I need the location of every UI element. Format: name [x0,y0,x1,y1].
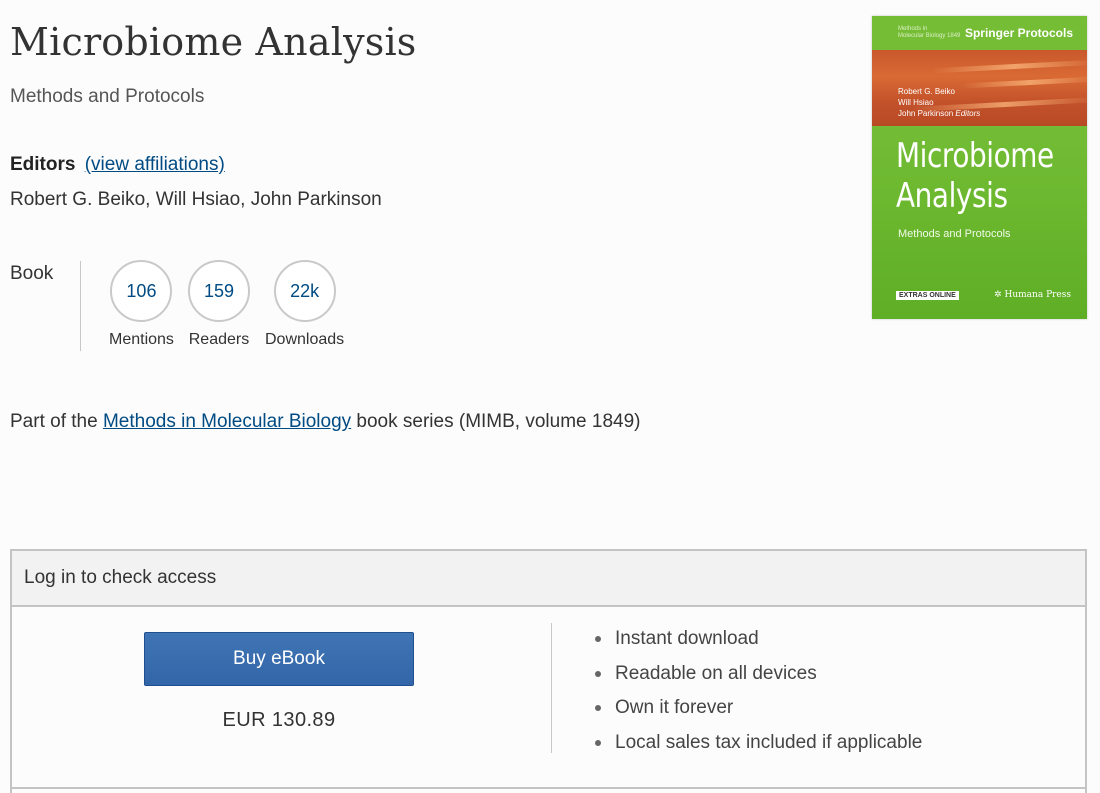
series-link[interactable]: Methods in Molecular Biology [103,411,351,432]
book-page: Microbiome Analysis Methods and Protocol… [0,0,1100,793]
metric-readers-badge[interactable]: 159 [188,260,250,322]
cover-title: Microbiome Analysis [896,136,1054,216]
buy-ebook-button[interactable]: Buy eBook [144,632,414,686]
benefit-label: Instant download [615,628,759,649]
editors-label: Editors [10,154,76,175]
bullet-icon [595,670,601,677]
series-suffix: book series (MIMB, volume 1849) [356,411,641,432]
metrics-divider [80,261,81,351]
purchase-divider [551,623,552,753]
cover-series: Methods in Molecular Biology 1849 [898,26,960,40]
panel-separator [12,787,1085,789]
content-type-label: Book [10,263,54,284]
book-title: Microbiome Analysis [10,20,417,64]
cover-editor-3-row: John Parkinson Editors [898,108,980,119]
benefit-label: Local sales tax included if applicable [615,731,923,753]
cover-series-line2: Molecular Biology 1849 [898,33,961,39]
cover-title-line2: Analysis [896,176,1008,216]
bullet-icon [595,705,601,711]
cover-editors: Robert G. Beiko Will Hsiao John Parkinso… [898,86,980,119]
metric-mentions-label: Mentions [109,331,174,348]
benefit-item: Own it forever [595,693,922,728]
cover-imprint: ✲ Humana Press [994,290,1071,300]
metric-readers-label: Readers [188,331,250,348]
metric-readers[interactable]: 159 Readers [188,260,250,349]
book-subtitle: Methods and Protocols [10,86,205,107]
metric-downloads-badge[interactable]: 22k [273,260,336,322]
cover-editor-2: Will Hsiao [898,98,934,107]
bullet-icon [595,636,601,642]
view-affiliations-link[interactable]: (view affiliations) [85,154,225,175]
cover-editors-tag: Editors [955,109,981,118]
cover-extras-badge: EXTRAS ONLINE [896,291,959,300]
login-check-access[interactable]: Log in to check access [12,551,1085,607]
benefit-item: Instant download [595,624,922,659]
ebook-benefits-list: Instant download Readable on all devices… [595,624,922,762]
ebook-price: EUR 130.89 [222,709,336,731]
cover-streak [961,76,1087,89]
editors-heading: Editors (view affiliations) [10,154,225,176]
cover-series-line1: Methods in [898,26,928,32]
editors-names: Robert G. Beiko, Will Hsiao, John Parkin… [10,189,382,210]
series-info: Part of the Methods in Molecular Biology… [10,411,640,433]
cover-imprint-label: Humana Press [1004,290,1072,300]
benefit-label: Own it forever [615,697,734,718]
bullet-icon [595,739,601,746]
cover-subtitle: Methods and Protocols [898,228,1011,240]
benefit-item: Local sales tax included if applicable [595,728,922,763]
cover-streak [931,59,1087,74]
book-cover-image: Methods in Molecular Biology 1849 Spring… [872,16,1087,319]
metric-downloads[interactable]: 22k Downloads [265,260,344,349]
benefit-item: Readable on all devices [595,659,922,694]
cover-publisher: Springer Protocols [964,26,1073,40]
cover-title-line1: Microbiome [896,136,1054,176]
metric-downloads-label: Downloads [265,331,345,348]
metric-mentions-badge[interactable]: 106 [110,260,173,322]
purchase-panel: Log in to check access Buy eBook EUR 130… [10,549,1087,793]
metric-mentions[interactable]: 106 Mentions [109,260,174,349]
cover-editor-3: John Parkinson [898,109,954,118]
humana-logo-icon: ✲ [994,290,1002,300]
series-prefix: Part of the [10,411,98,432]
benefit-label: Readable on all devices [615,662,817,684]
cover-editor-1: Robert G. Beiko [898,87,955,96]
